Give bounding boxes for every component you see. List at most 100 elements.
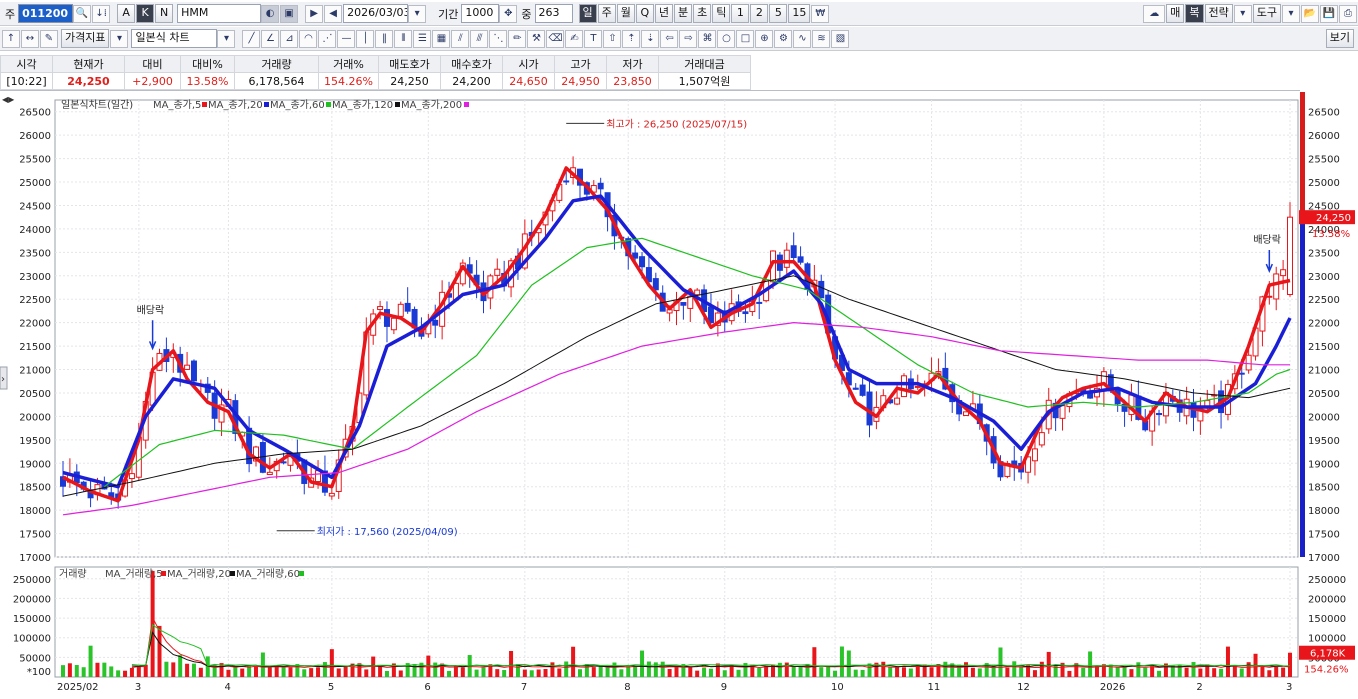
volume-bar[interactable]	[1288, 652, 1292, 677]
period-month[interactable]: 월	[616, 4, 635, 23]
period-week[interactable]: 주	[597, 4, 616, 23]
volume-bar[interactable]	[646, 661, 651, 677]
volume-bar[interactable]	[240, 668, 245, 677]
volume-bar[interactable]	[185, 663, 190, 677]
candle-body[interactable]	[432, 319, 439, 326]
volume-bar[interactable]	[826, 666, 831, 677]
period-15[interactable]: 15	[788, 4, 811, 23]
period-day[interactable]: 일	[578, 4, 597, 23]
candle-body[interactable]	[397, 303, 404, 317]
volume-bar[interactable]	[74, 665, 79, 677]
period-2[interactable]: 2	[750, 4, 769, 23]
volume-bar[interactable]	[309, 668, 314, 677]
sort-icon[interactable]: ↓⁞	[92, 4, 111, 23]
volume-bar[interactable]	[929, 667, 934, 677]
volume-bar[interactable]	[1129, 669, 1134, 677]
candle-body[interactable]	[1038, 432, 1045, 446]
candle-body[interactable]	[1156, 412, 1163, 416]
volume-bar[interactable]	[398, 670, 403, 677]
tools-button[interactable]: 도구	[1252, 4, 1281, 23]
candle-body[interactable]	[563, 180, 570, 183]
grid-icon[interactable]: ▦	[432, 29, 451, 48]
volume-bar[interactable]	[998, 647, 1003, 677]
arrow-both-icon[interactable]: ↔	[21, 29, 39, 48]
volume-bar[interactable]	[1136, 662, 1141, 677]
period-tick[interactable]: 틱	[712, 4, 731, 23]
angle-icon[interactable]: ∠	[261, 29, 280, 48]
candle-body[interactable]	[652, 278, 659, 291]
left-arrow-icon[interactable]: ⇦	[660, 29, 679, 48]
stock-code-input[interactable]: 011200	[18, 4, 74, 23]
chart-type-dropdown-icon[interactable]: ▾	[217, 29, 236, 48]
search-icon[interactable]: 🔍	[73, 4, 92, 23]
volume-bar[interactable]	[943, 661, 948, 677]
arc-icon[interactable]: ◠	[299, 29, 318, 48]
candle-body[interactable]	[1031, 448, 1038, 462]
volume-bar[interactable]	[95, 662, 100, 677]
volume-bar[interactable]	[1157, 670, 1162, 677]
indicator-dropdown-icon[interactable]: ▾	[110, 29, 129, 48]
volume-bar[interactable]	[129, 667, 134, 677]
volume-bar[interactable]	[715, 663, 720, 677]
candle-body[interactable]	[694, 289, 701, 296]
volume-bar[interactable]	[908, 668, 913, 677]
candle-body[interactable]	[687, 295, 694, 309]
settings-icon[interactable]: ⚙	[774, 29, 793, 48]
fibonacci-icon[interactable]: ☰	[413, 29, 432, 48]
volume-bar[interactable]	[288, 667, 293, 677]
candle-body[interactable]	[404, 302, 411, 312]
volume-bar[interactable]	[164, 661, 169, 677]
volume-bar[interactable]	[171, 662, 176, 677]
volume-bar[interactable]	[888, 667, 893, 677]
play-icon[interactable]: ▶	[305, 4, 324, 23]
volume-bar[interactable]	[1039, 661, 1044, 677]
volume-bar[interactable]	[1032, 670, 1037, 677]
candle-body[interactable]	[1280, 269, 1287, 277]
volume-bar[interactable]	[619, 669, 624, 677]
period-year[interactable]: 년	[654, 4, 673, 23]
volume-bar[interactable]	[1088, 651, 1093, 677]
candle-body[interactable]	[914, 385, 921, 388]
memo-icon[interactable]: ▣	[280, 4, 299, 23]
candle-body[interactable]	[894, 397, 901, 405]
count-input[interactable]: 263	[534, 4, 573, 23]
volume-bar[interactable]	[901, 667, 906, 677]
note-icon[interactable]: ✍	[565, 29, 584, 48]
scroll-up-icon[interactable]: ⇧	[603, 29, 622, 48]
volume-bar[interactable]	[819, 667, 824, 677]
stock-name-field[interactable]: HMM	[177, 4, 262, 23]
volume-bar[interactable]	[777, 662, 782, 677]
volume-bar[interactable]	[447, 670, 452, 677]
volume-bar[interactable]	[633, 666, 638, 677]
period-quarter[interactable]: Q	[635, 4, 654, 23]
volume-bar[interactable]	[1184, 667, 1189, 677]
fibonacci-time-icon[interactable]: ⦀	[394, 29, 413, 48]
strategy-button[interactable]: 전략	[1204, 4, 1233, 23]
volume-bar[interactable]	[977, 668, 982, 677]
volume-bar[interactable]	[102, 662, 107, 677]
volume-bar[interactable]	[736, 669, 741, 677]
period-input[interactable]: 1000	[461, 4, 500, 23]
trendline-icon[interactable]: ╱	[242, 29, 261, 48]
volume-bar[interactable]	[226, 669, 231, 677]
period-second[interactable]: 초	[693, 4, 712, 23]
candle-body[interactable]	[1059, 405, 1066, 419]
volume-bar[interactable]	[1122, 666, 1127, 677]
volume-bar[interactable]	[384, 670, 389, 677]
eraser-icon[interactable]: ⌫	[546, 29, 565, 48]
cross-icon[interactable]: ✥	[499, 4, 518, 23]
volume-bar[interactable]	[1067, 670, 1072, 677]
up-arrow-icon[interactable]: ⇡	[622, 29, 641, 48]
candle-body[interactable]	[742, 311, 749, 315]
cycle-line-icon[interactable]: ‖	[375, 29, 394, 48]
volume-bar[interactable]	[378, 666, 383, 677]
marker-icon[interactable]: ⌘	[698, 29, 717, 48]
tools-dropdown-icon[interactable]: ▾	[1282, 4, 1300, 23]
parallel-icon[interactable]: ⫻	[470, 29, 489, 48]
candle-body[interactable]	[1266, 295, 1273, 298]
volume-bar[interactable]	[1191, 662, 1196, 677]
save-icon[interactable]: 💾	[1320, 4, 1338, 23]
image-icon[interactable]: ▧	[831, 29, 850, 48]
volume-bar[interactable]	[1246, 662, 1251, 677]
type-btn-k[interactable]: K	[136, 4, 155, 23]
